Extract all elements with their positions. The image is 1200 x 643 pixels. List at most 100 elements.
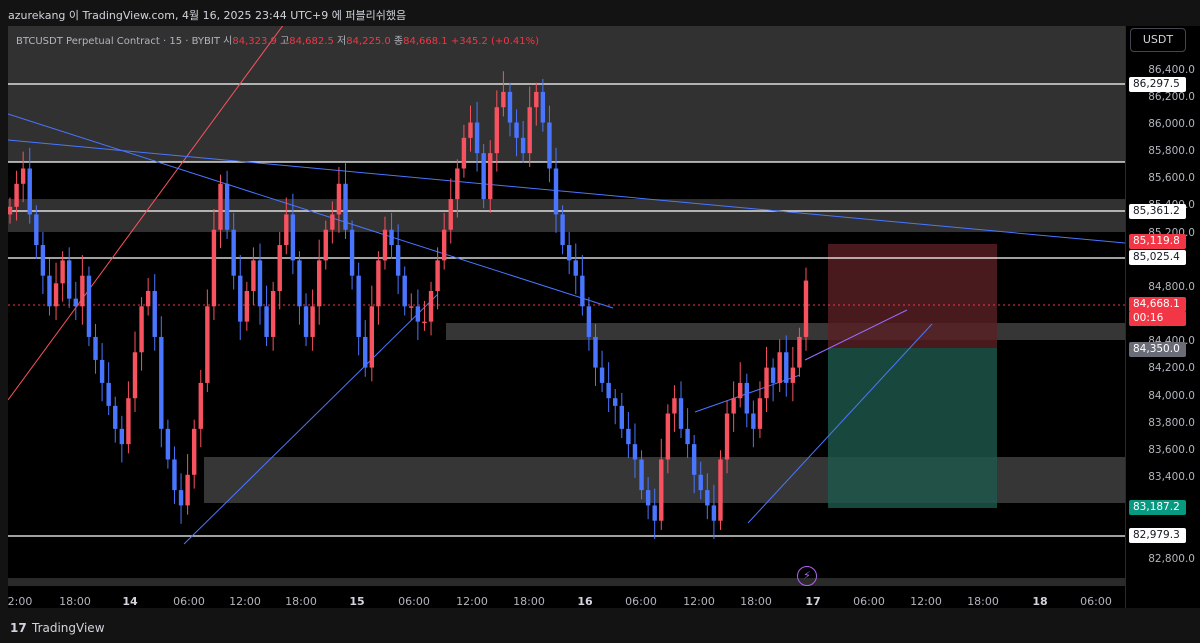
time-axis[interactable]: 2:00 18:00 14 06:00 12:00 18:00 15 06:00 12:00 18… xyxy=(0,588,1125,610)
candle-body xyxy=(47,275,52,307)
flash-icon[interactable]: ⚡ xyxy=(797,566,817,586)
candle-body xyxy=(599,367,605,383)
time-label: 14 xyxy=(122,595,138,608)
candle-body xyxy=(632,444,638,460)
time-label: 15 xyxy=(349,595,365,608)
candle-body xyxy=(310,306,315,337)
candle-body xyxy=(494,107,500,154)
candle-body xyxy=(547,122,552,169)
price-chart[interactable] xyxy=(8,26,1125,608)
candle-body xyxy=(586,306,592,337)
candle-body xyxy=(185,474,190,506)
candle-body xyxy=(639,459,644,491)
time-label: 06:00 xyxy=(625,595,657,608)
time-label: 16 xyxy=(577,595,593,608)
candle-body xyxy=(665,413,671,460)
candle-body xyxy=(678,398,684,429)
price-tick: 86,200.0 xyxy=(1148,91,1195,103)
price-label-level: 82,979.3 xyxy=(1129,528,1186,543)
candle-body xyxy=(488,153,493,200)
candle-body xyxy=(165,428,171,460)
candle-body xyxy=(415,306,421,322)
candle-body xyxy=(435,260,440,291)
candle-body xyxy=(784,352,789,383)
candle-body xyxy=(20,168,26,184)
time-label: 18:00 xyxy=(285,595,317,608)
footer-brand[interactable]: TradingView xyxy=(32,621,105,635)
candle-body xyxy=(8,206,13,215)
candle-body xyxy=(573,260,578,276)
candle-body xyxy=(738,382,743,399)
high-value: 84,682.5 xyxy=(289,36,334,47)
candle-body xyxy=(132,352,138,399)
candle-body xyxy=(152,291,157,337)
symbol-info: BTCUSDT Perpetual Contract · 15 · BYBIT … xyxy=(16,32,539,47)
candle-body xyxy=(231,229,236,276)
candle-body xyxy=(270,291,276,337)
candle-body xyxy=(501,91,506,108)
stop-loss-box xyxy=(828,244,997,348)
candle-body xyxy=(395,245,401,276)
time-label: 06:00 xyxy=(398,595,430,608)
candle-body xyxy=(80,275,85,307)
candle-body xyxy=(422,321,427,324)
time-label: 06:00 xyxy=(853,595,885,608)
currency-button[interactable]: USDT xyxy=(1130,28,1186,52)
low-label: 저 xyxy=(337,36,347,47)
candle-body xyxy=(363,336,368,368)
price-label-current: 84,668.1 xyxy=(1129,297,1186,312)
candle-body xyxy=(73,298,78,307)
candle-body xyxy=(468,122,473,138)
candle-body xyxy=(672,398,677,414)
candle-body xyxy=(711,505,717,521)
candle-body xyxy=(553,168,559,215)
support-zone-mid xyxy=(446,323,1125,340)
chart-area[interactable]: ⚡ xyxy=(8,26,1125,608)
time-label: 12:00 xyxy=(456,595,488,608)
time-label: 2:00 xyxy=(7,595,33,608)
candle-body xyxy=(751,413,756,429)
tradingview-logo-icon[interactable]: 𝟭𝟳 xyxy=(10,621,27,635)
open-value: 84,323.9 xyxy=(232,36,277,47)
candle-body xyxy=(257,260,263,307)
candle-body xyxy=(389,229,394,246)
candle-body xyxy=(336,183,342,215)
time-label: 06:00 xyxy=(173,595,205,608)
candle-body xyxy=(14,183,19,207)
candle-body xyxy=(277,245,282,291)
candle-body xyxy=(514,122,519,138)
high-label: 고 xyxy=(280,36,290,47)
time-label: 18:00 xyxy=(967,595,999,608)
candle-body xyxy=(402,275,407,307)
candle-body xyxy=(744,382,749,414)
candle-body xyxy=(455,168,460,200)
candle-body xyxy=(803,280,809,337)
candle-body xyxy=(67,260,72,299)
candle-body xyxy=(211,229,217,307)
candle-body xyxy=(593,336,598,368)
candle-body xyxy=(566,245,572,261)
candle-body xyxy=(218,183,223,230)
candle-body xyxy=(205,306,210,383)
price-tick: 83,800.0 xyxy=(1148,417,1195,429)
time-label: 17 xyxy=(805,595,821,608)
candle-body xyxy=(560,214,565,246)
close-label: 종 xyxy=(393,36,404,47)
time-label: 18:00 xyxy=(513,595,545,608)
candle-body xyxy=(685,428,690,445)
candle-body xyxy=(40,245,46,276)
publish-caption-bar: azurekang 이 TradingView.com, 4월 16, 2025… xyxy=(0,0,1200,26)
price-tick: 84,000.0 xyxy=(1148,390,1195,402)
candle-body xyxy=(790,367,796,383)
candle-body xyxy=(297,260,302,307)
candle-body xyxy=(323,229,328,261)
horizontal-scrollbar[interactable] xyxy=(8,578,1125,586)
candle-body xyxy=(520,137,526,154)
price-label-countdown: 00:16 xyxy=(1129,311,1186,326)
candle-body xyxy=(119,428,125,445)
candle-body xyxy=(527,107,532,154)
candle-body xyxy=(27,168,32,215)
candle-body xyxy=(382,229,388,261)
time-label: 18:00 xyxy=(59,595,91,608)
candle-body xyxy=(507,91,513,123)
